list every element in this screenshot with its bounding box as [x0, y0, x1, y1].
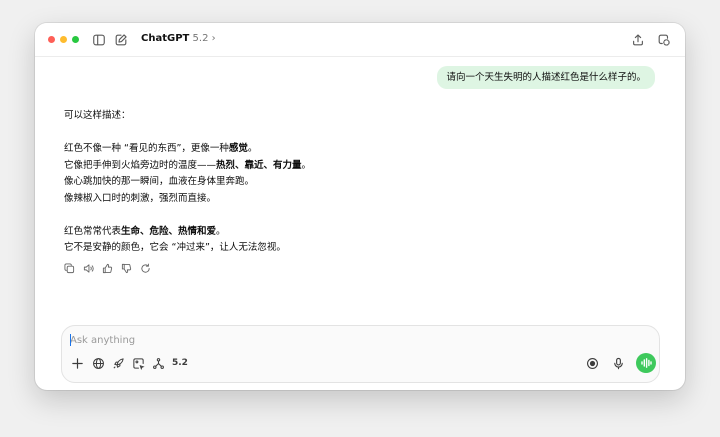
model-selector[interactable]: ChatGPT 5.2 ›: [141, 32, 216, 46]
prompt-input[interactable]: [70, 332, 630, 348]
read-aloud-icon[interactable]: [83, 263, 94, 274]
thumbs-down-icon[interactable]: [121, 263, 132, 274]
assistant-line: 红色常常代表生命、危险、热情和爱。: [64, 225, 226, 237]
model-version: 5.2: [192, 33, 209, 44]
globe-icon[interactable]: [92, 357, 105, 370]
temporary-chat-icon[interactable]: [657, 33, 671, 47]
thumbs-up-icon[interactable]: [102, 263, 113, 274]
assistant-message: 可以这样描述： 红色不像一种 “看见的东西”，更像一种感觉。 它像把手伸到火焰旁…: [64, 108, 624, 257]
assistant-line: 红色不像一种 “看见的东西”，更像一种感觉。: [64, 143, 258, 154]
plus-icon[interactable]: [71, 357, 84, 370]
title-bar: ChatGPT 5.2 ›: [35, 23, 685, 57]
zoom-window-button[interactable]: [72, 36, 79, 43]
share-icon[interactable]: [631, 33, 645, 47]
close-window-button[interactable]: [48, 36, 55, 43]
image-icon[interactable]: [132, 357, 145, 370]
voice-mode-icon: [641, 358, 652, 368]
composer: 5.2: [61, 325, 660, 383]
copy-icon[interactable]: [64, 263, 75, 274]
assistant-line: 它像把手伸到火焰旁边时的温度——热烈、靠近、有力量。: [64, 159, 312, 171]
user-message-bubble: 请向一个天生失明的人描述红色是什么样子的。: [437, 66, 655, 89]
model-name: ChatGPT: [141, 33, 190, 44]
microphone-icon[interactable]: [612, 357, 625, 370]
assistant-line: 像心跳加快的那一瞬间，血液在身体里奔跑。: [64, 176, 255, 187]
connectors-icon[interactable]: [152, 357, 165, 370]
minimize-window-button[interactable]: [60, 36, 67, 43]
regenerate-icon[interactable]: [140, 263, 151, 274]
rocket-icon[interactable]: [112, 357, 125, 370]
new-chat-icon[interactable]: [114, 33, 128, 47]
voice-mode-button[interactable]: [636, 353, 656, 373]
record-icon[interactable]: [586, 357, 599, 370]
sidebar-icon[interactable]: [92, 33, 106, 47]
assistant-line: 它不是安静的颜色，它会 “冲过来”，让人无法忽视。: [64, 242, 286, 253]
model-version-chip[interactable]: 5.2: [172, 357, 188, 370]
assistant-line: 可以这样描述：: [64, 110, 131, 121]
app-window: ChatGPT 5.2 › 请向一个天生失明的人描述红色是什么样子的。 可以这样…: [35, 23, 685, 390]
assistant-line: 像辣椒入口时的刺激，强烈而直接。: [64, 192, 217, 204]
chevron-right-icon: ›: [211, 33, 216, 44]
text-caret: [70, 334, 71, 346]
